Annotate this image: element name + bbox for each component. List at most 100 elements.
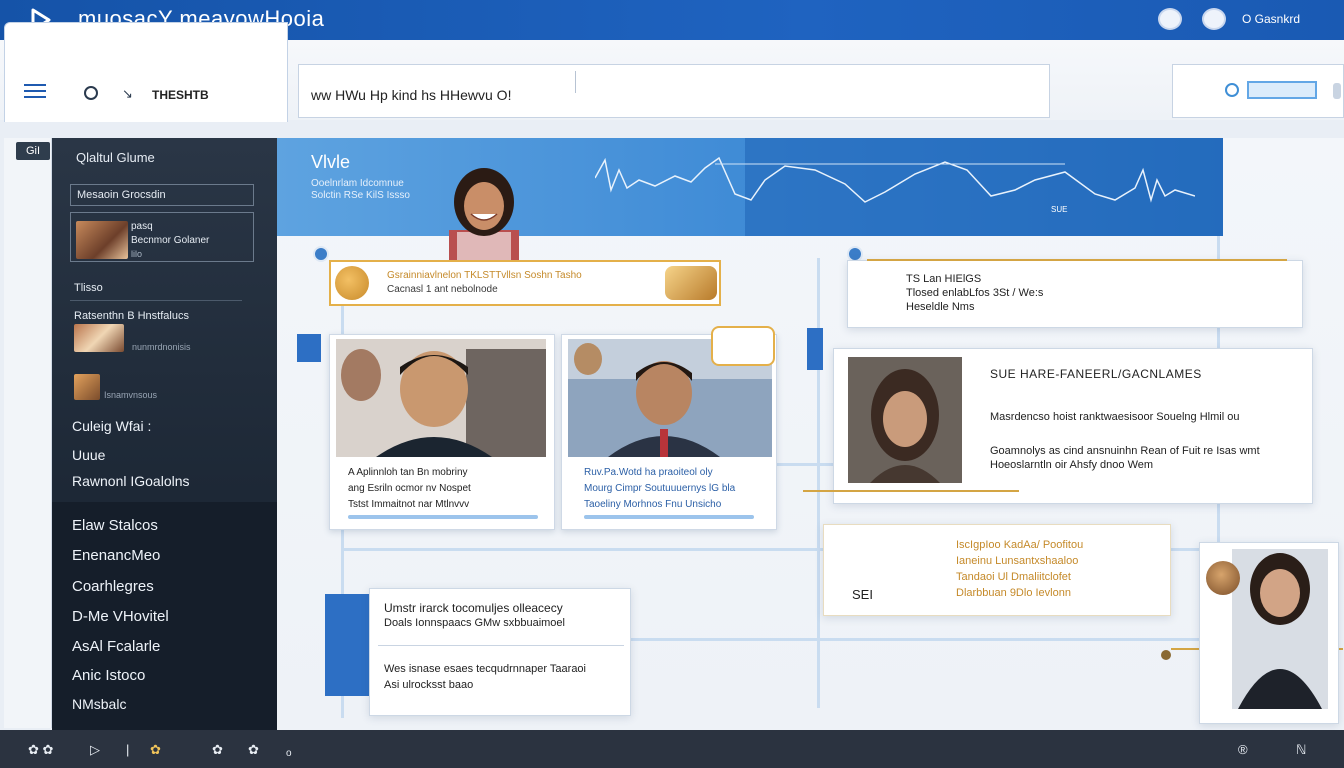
notes-divider: [378, 645, 624, 646]
sidebar-item-title[interactable]: Ratsenthn B Hnstfalucs: [74, 310, 189, 322]
profile-photo-person: [1232, 549, 1328, 709]
profile-photo-card1: [336, 339, 546, 457]
address-text: ᴡᴡ HWu Hp kind hs HHewvu O!: [311, 87, 512, 103]
lower-note-line1: IscIgpIoo KadAa/ Poofitou: [956, 539, 1084, 551]
toolbar-right-panel: [1172, 64, 1344, 118]
main-canvas: Vlvle Ooelnrlam Idcomnue Solctin RSe Kil…: [277, 138, 1344, 730]
card1-progress: [348, 515, 538, 519]
card2-progress: [584, 515, 754, 519]
arrow-icon[interactable]: ↘: [122, 86, 133, 102]
profile-line3: Hoeoslarntln oir Ahsfy dnoo Wem: [990, 459, 1154, 471]
sidebar-subheader[interactable]: Mesaoin Grocsdin: [70, 184, 254, 206]
sidebar-section-title: Tlisso: [74, 282, 103, 294]
info-note[interactable]: Gsrainniavlnelon TKLSTTvllsn Soshn Tasho…: [329, 260, 721, 306]
chat-bubble-icon[interactable]: [711, 326, 775, 366]
toolbar-label[interactable]: THESHTB: [152, 88, 209, 102]
profile-avatar[interactable]: [1202, 8, 1226, 30]
connector-line: [817, 258, 820, 708]
sidebar-nav-item[interactable]: AsAl Fcalarle: [72, 638, 160, 655]
profile-photo-panel: [848, 357, 962, 483]
sidebar-divider: [70, 300, 242, 301]
notes-line2: Doals Ionnspaacs GMw sxbbuaimoel: [384, 617, 565, 629]
address-separator: [575, 71, 576, 93]
status-icon[interactable]: ✿: [248, 742, 259, 758]
card1-line2: ang Esriln ocmor nv Nospet: [348, 483, 471, 494]
sidebar-nav-item[interactable]: Elaw Stalcos: [72, 517, 158, 534]
sidebar-nav-item[interactable]: D-Me VHovitel: [72, 608, 169, 625]
status-icon[interactable]: ✿: [212, 742, 223, 758]
network-icon[interactable]: ℕ: [1296, 742, 1306, 758]
tag-marker: [325, 594, 369, 696]
overflow-icon[interactable]: [1333, 83, 1341, 99]
refresh-icon[interactable]: [1225, 83, 1239, 97]
profile-panel[interactable]: SUE HARE-FANEERL/GACNLAMES Masrdencso ho…: [833, 348, 1313, 504]
sidebar-nav-item[interactable]: Uuue: [72, 447, 105, 463]
address-bar[interactable]: ᴡᴡ HWu Hp kind hs HHewvu O!: [298, 64, 1050, 118]
settings-icon[interactable]: ®: [1238, 742, 1248, 757]
person-card[interactable]: [1199, 542, 1339, 724]
view-toggle[interactable]: [1247, 81, 1317, 99]
sidebar-card-line2: Becnmor Golaner: [131, 235, 210, 246]
hero-subtitle-2: Solctin RSe KilS Issso: [311, 190, 410, 201]
notifications-icon[interactable]: [1158, 8, 1182, 30]
profile-line1: Masrdencso hoist ranktwaesisoor Souelng …: [990, 411, 1240, 423]
lower-note[interactable]: IscIgpIoo KadAa/ Poofitou Ianeinu Lunsan…: [823, 524, 1171, 616]
tag-marker: [807, 328, 823, 370]
highlight-line: [867, 259, 1287, 261]
panel-line1: TS Lan HIElGS: [906, 273, 982, 285]
note-avatar: [335, 266, 369, 300]
profile-line2: Goamnolys as cind ansnuinhn Rean of Fuit…: [990, 445, 1260, 457]
note-line2: Cacnasl 1 ant nebolnode: [387, 284, 498, 295]
account-label[interactable]: O Gasnkrd: [1242, 12, 1300, 26]
sidebar-card[interactable]: pasq Becnmor Golaner lilo: [70, 212, 254, 262]
status-icon-cluster[interactable]: ✿ ✿: [28, 742, 53, 758]
hero-banner: Vlvle Ooelnrlam Idcomnue Solctin RSe Kil…: [277, 138, 1223, 236]
sidebar-nav-item[interactable]: EnenancMeo: [72, 547, 160, 564]
sidebar-item-meta: nunmrdnonisis: [132, 342, 191, 352]
sidebar-nav-item[interactable]: Anic Istoco: [72, 667, 145, 684]
card2-line1: Ruv.Pa.Wotd ha praoiteol oly: [584, 467, 713, 478]
sidebar-item-thumbnail[interactable]: [74, 324, 124, 352]
sidebar-card-line1: pasq: [131, 221, 153, 232]
card2-line2: Mourg Cimpr Soutuuuernys lG bla: [584, 483, 736, 494]
pin-icon[interactable]: [313, 246, 329, 262]
status-icon[interactable]: ✿: [150, 742, 161, 758]
left-gutter: GiI: [4, 138, 52, 728]
profile-photo-hero[interactable]: [429, 160, 539, 264]
panel-line2: Tlosed enlabLfos 3St / We:s: [906, 287, 1044, 299]
notes-line1: Umstr irarck tocomuljes olleacecy: [384, 601, 563, 615]
note-image: [665, 266, 717, 300]
highlight-line: [803, 490, 1019, 492]
gutter-tag[interactable]: GiI: [16, 142, 50, 160]
lower-note-line2: Ianeinu Lunsantxshaaloo: [956, 555, 1079, 567]
lower-note-tag: SEI: [852, 587, 873, 602]
card2-line3: Taoeliny Morhnos Fnu Unsicho: [584, 499, 722, 510]
search-icon[interactable]: [84, 86, 98, 100]
sidebar-item2-thumbnail[interactable]: [74, 374, 100, 400]
sidebar-nav-item[interactable]: NMsbalc: [72, 696, 126, 712]
toolbar-left-panel: [4, 22, 288, 122]
hero-title: Vlvle: [311, 152, 351, 172]
status-bar: ✿ ✿ ▷ | ✿ ✿ ✿ o ® ℕ: [0, 730, 1344, 768]
sidebar-nav-item[interactable]: Culeig Wfai :: [72, 418, 151, 434]
sidebar-nav-item[interactable]: Coarhlegres: [72, 578, 154, 595]
menu-icon[interactable]: [24, 84, 46, 98]
sidebar-header: Qlaltul Glume: [76, 150, 155, 165]
media-card[interactable]: A Aplinnloh tan Bn mobriny ang Esriln oc…: [329, 334, 555, 530]
sidebar-item2-meta: Isnamvnsous: [104, 390, 158, 400]
notes-panel[interactable]: Umstr irarck tocomuljes olleacecy Doals …: [369, 588, 631, 716]
sidebar-card-line3: lilo: [131, 249, 143, 259]
notes-line3: Wes isnase esaes tecqudrnnaper Taaraoi: [384, 663, 586, 675]
person-avatar: [1206, 561, 1240, 595]
activity-sparkline: SUE: [595, 156, 1195, 214]
sparkline-label: SUE: [1051, 205, 1067, 214]
sidebar-nav-item[interactable]: Rawnonl IGoalolns: [72, 473, 190, 489]
notes-line4: Asi ulrocksst baao: [384, 679, 474, 691]
card1-line3: Tstst Immaitnot nar Mtlnvvv: [348, 499, 470, 510]
status-separator: |: [126, 742, 130, 757]
connector-dot: [1161, 650, 1171, 660]
play-icon[interactable]: ▷: [90, 742, 100, 758]
info-panel-right[interactable]: TS Lan HIElGS Tlosed enlabLfos 3St / We:…: [847, 260, 1303, 328]
lower-note-line4: Dlarbbuan 9Dlo Ievlonn: [956, 587, 1071, 599]
card1-line1: A Aplinnloh tan Bn mobriny: [348, 467, 468, 478]
